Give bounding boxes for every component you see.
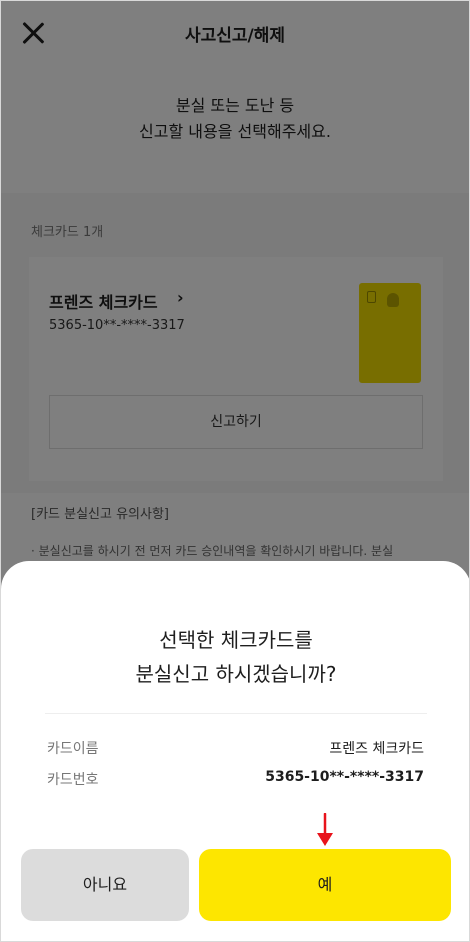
sheet-title-line-2: 분실신고 하시겠습니까?	[135, 662, 337, 686]
arrow-down-icon	[317, 813, 333, 846]
divider	[45, 713, 427, 714]
app-screen: 사고신고/해제 분실 또는 도난 등 신고할 내용을 선택해주세요. 체크카드 …	[0, 0, 470, 942]
sheet-title-line-1: 선택한 체크카드를	[159, 628, 313, 652]
sheet-title: 선택한 체크카드를 분실신고 하시겠습니까?	[1, 623, 469, 691]
card-number-value: 5365-10**-****-3317	[265, 769, 424, 785]
yes-button[interactable]: 예	[199, 849, 451, 921]
no-button[interactable]: 아니요	[21, 849, 189, 921]
card-number-label: 카드번호	[47, 772, 99, 788]
card-name-value: 프렌즈 체크카드	[329, 741, 424, 757]
card-name-label: 카드이름	[47, 741, 99, 757]
confirm-bottom-sheet: 선택한 체크카드를 분실신고 하시겠습니까? 카드이름 프렌즈 체크카드 카드번…	[1, 561, 469, 941]
